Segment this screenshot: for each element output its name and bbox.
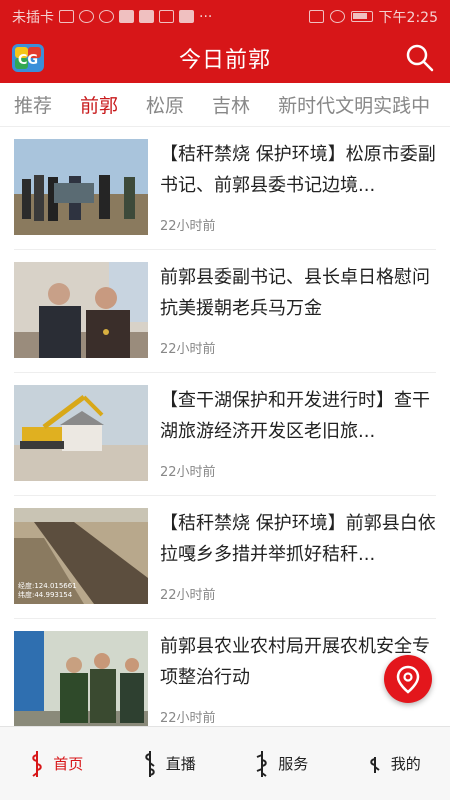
status-bar: 未插卡 ··· 下午2:25 [0, 0, 450, 33]
services-mongolian-script-icon [256, 750, 267, 777]
battery-icon [350, 11, 373, 22]
news-thumbnail[interactable] [14, 631, 148, 727]
tab-qianguo[interactable]: 前郭 [66, 91, 132, 118]
search-icon[interactable] [404, 42, 436, 74]
news-time: 22小时前 [160, 219, 216, 234]
nav-me-label: 我的 [390, 755, 421, 773]
news-time: 22小时前 [160, 588, 216, 603]
wifi-icon [79, 10, 94, 23]
news-thumbnail[interactable] [14, 385, 148, 481]
me-mongolian-script-icon [370, 756, 380, 773]
page-title: 今日前郭 [178, 48, 271, 73]
nav-home-label: 首页 [53, 755, 84, 773]
location-button[interactable] [384, 655, 432, 703]
news-app-icon [179, 10, 194, 23]
wechat-icon [99, 10, 114, 23]
news-thumbnail[interactable]: 经度:124.015661 纬度:44.993154 [14, 508, 148, 604]
app-header: CG 今日前郭 [0, 33, 450, 83]
tab-recommend[interactable]: 推荐 [0, 91, 66, 118]
message-icon [159, 10, 174, 23]
alarm-icon [329, 10, 345, 23]
news-item[interactable]: 前郭县委副书记、县长卓日格慰问抗美援朝老兵马万金 22小时前 [0, 250, 450, 373]
status-left: 未插卡 ··· [12, 7, 309, 27]
nav-home[interactable]: 首页 [0, 727, 113, 800]
home-mongolian-script-icon [32, 750, 42, 777]
news-title: 前郭县委副书记、县长卓日格慰问抗美援朝老兵马万金 [160, 267, 430, 319]
news-item[interactable]: 前郭县农业农村局开展农机安全专项整治行动 22小时前 [0, 619, 450, 742]
svg-text:CG: CG [18, 53, 38, 68]
photo-caption-latitude: 纬度:44.993154 [18, 590, 73, 599]
bottom-nav: 首页 直播 服务 我的 [0, 726, 450, 800]
weibo-icon [139, 10, 154, 23]
nav-live-label: 直播 [165, 755, 196, 773]
sim-icon [59, 10, 74, 23]
clock: 下午2:25 [378, 9, 438, 26]
nav-services-label: 服务 [278, 755, 309, 773]
tab-jilin[interactable]: 吉林 [198, 91, 264, 118]
news-time: 22小时前 [160, 711, 216, 726]
status-right: 下午2:25 [308, 7, 438, 27]
nav-services[interactable]: 服务 [225, 727, 338, 800]
carrier-text: 未插卡 [12, 9, 54, 26]
news-title: 【秸秆禁烧 保护环境】松原市委副书记、前郭县委书记边境... [160, 144, 436, 196]
app-logo-icon: CG [12, 44, 44, 72]
tab-songyuan[interactable]: 松原 [132, 91, 198, 118]
news-title: 【查干湖保护和开发进行时】查干湖旅游经济开发区老旧旅... [160, 390, 430, 442]
news-title: 【秸秆禁烧 保护环境】前郭县白依拉嘎乡多措并举抓好秸秆... [160, 513, 436, 565]
news-time: 22小时前 [160, 465, 216, 480]
app-notification-icon [119, 10, 134, 23]
tab-civilization-center[interactable]: 新时代文明实践中 [264, 91, 444, 118]
more-notifications-icon: ··· [199, 8, 213, 25]
news-thumbnail[interactable] [14, 139, 148, 235]
vibrate-icon [308, 10, 324, 23]
location-pin-icon [396, 665, 420, 694]
news-item[interactable]: 【查干湖保护和开发进行时】查干湖旅游经济开发区老旧旅... 22小时前 [0, 373, 450, 496]
news-time: 22小时前 [160, 342, 216, 357]
nav-me[interactable]: 我的 [338, 727, 450, 800]
live-mongolian-script-icon [145, 750, 155, 777]
photo-caption-longitude: 经度:124.015661 [18, 581, 77, 590]
channel-tabs: 推荐 前郭 松原 吉林 新时代文明实践中 [0, 83, 450, 127]
news-item[interactable]: 【秸秆禁烧 保护环境】松原市委副书记、前郭县委书记边境... 22小时前 [0, 127, 450, 250]
news-item[interactable]: 经度:124.015661 纬度:44.993154 【秸秆禁烧 保护环境】前郭… [0, 496, 450, 619]
news-thumbnail[interactable] [14, 262, 148, 358]
nav-live[interactable]: 直播 [113, 727, 226, 800]
